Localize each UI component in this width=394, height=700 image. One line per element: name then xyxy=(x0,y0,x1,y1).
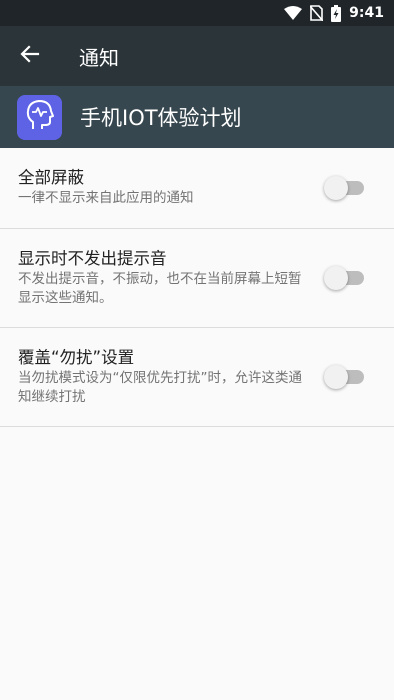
setting-text: 全部屏蔽 一律不显示来自此应用的通知 xyxy=(18,167,313,208)
override-dnd-toggle[interactable] xyxy=(324,365,364,389)
wifi-icon xyxy=(284,6,303,20)
app-bar: 通知 xyxy=(0,26,394,86)
toggle-thumb xyxy=(324,266,348,290)
setting-override-dnd[interactable]: 覆盖“勿扰”设置 当勿扰模式设为“仅限优先打扰”时，允许这类通知继续打扰 xyxy=(0,328,394,427)
toggle-thumb xyxy=(324,365,348,389)
silent-display-toggle[interactable] xyxy=(324,266,364,290)
setting-silent-display[interactable]: 显示时不发出提示音 不发出提示音，不振动，也不在当前屏幕上短暂显示这些通知。 xyxy=(0,229,394,328)
no-sim-icon xyxy=(310,5,324,21)
status-bar: 9:41 xyxy=(0,0,394,26)
setting-block-all[interactable]: 全部屏蔽 一律不显示来自此应用的通知 xyxy=(0,148,394,229)
setting-text: 覆盖“勿扰”设置 当勿扰模式设为“仅限优先打扰”时，允许这类通知继续打扰 xyxy=(18,347,313,407)
setting-subtitle: 当勿扰模式设为“仅限优先打扰”时，允许这类通知继续打扰 xyxy=(18,370,302,405)
back-button[interactable] xyxy=(0,26,60,86)
head-pulse-icon xyxy=(25,99,55,135)
app-header: 手机IOT体验计划 xyxy=(0,86,394,148)
status-time: 9:41 xyxy=(349,5,384,21)
setting-title: 显示时不发出提示音 xyxy=(18,249,167,268)
notification-settings-list: 全部屏蔽 一律不显示来自此应用的通知 显示时不发出提示音 不发出提示音，不振动，… xyxy=(0,148,394,427)
setting-subtitle: 一律不显示来自此应用的通知 xyxy=(18,190,194,206)
battery-charging-icon xyxy=(331,4,342,22)
app-name: 手机IOT体验计划 xyxy=(80,106,242,130)
setting-subtitle: 不发出提示音，不振动，也不在当前屏幕上短暂显示这些通知。 xyxy=(18,271,302,306)
arrow-back-icon xyxy=(20,44,40,68)
page-title: 通知 xyxy=(79,45,119,70)
toggle-thumb xyxy=(324,176,348,200)
setting-title: 全部屏蔽 xyxy=(18,168,84,187)
setting-title: 覆盖“勿扰”设置 xyxy=(18,348,135,367)
app-icon xyxy=(17,94,62,140)
block-all-toggle[interactable] xyxy=(324,176,364,200)
setting-text: 显示时不发出提示音 不发出提示音，不振动，也不在当前屏幕上短暂显示这些通知。 xyxy=(18,248,313,308)
